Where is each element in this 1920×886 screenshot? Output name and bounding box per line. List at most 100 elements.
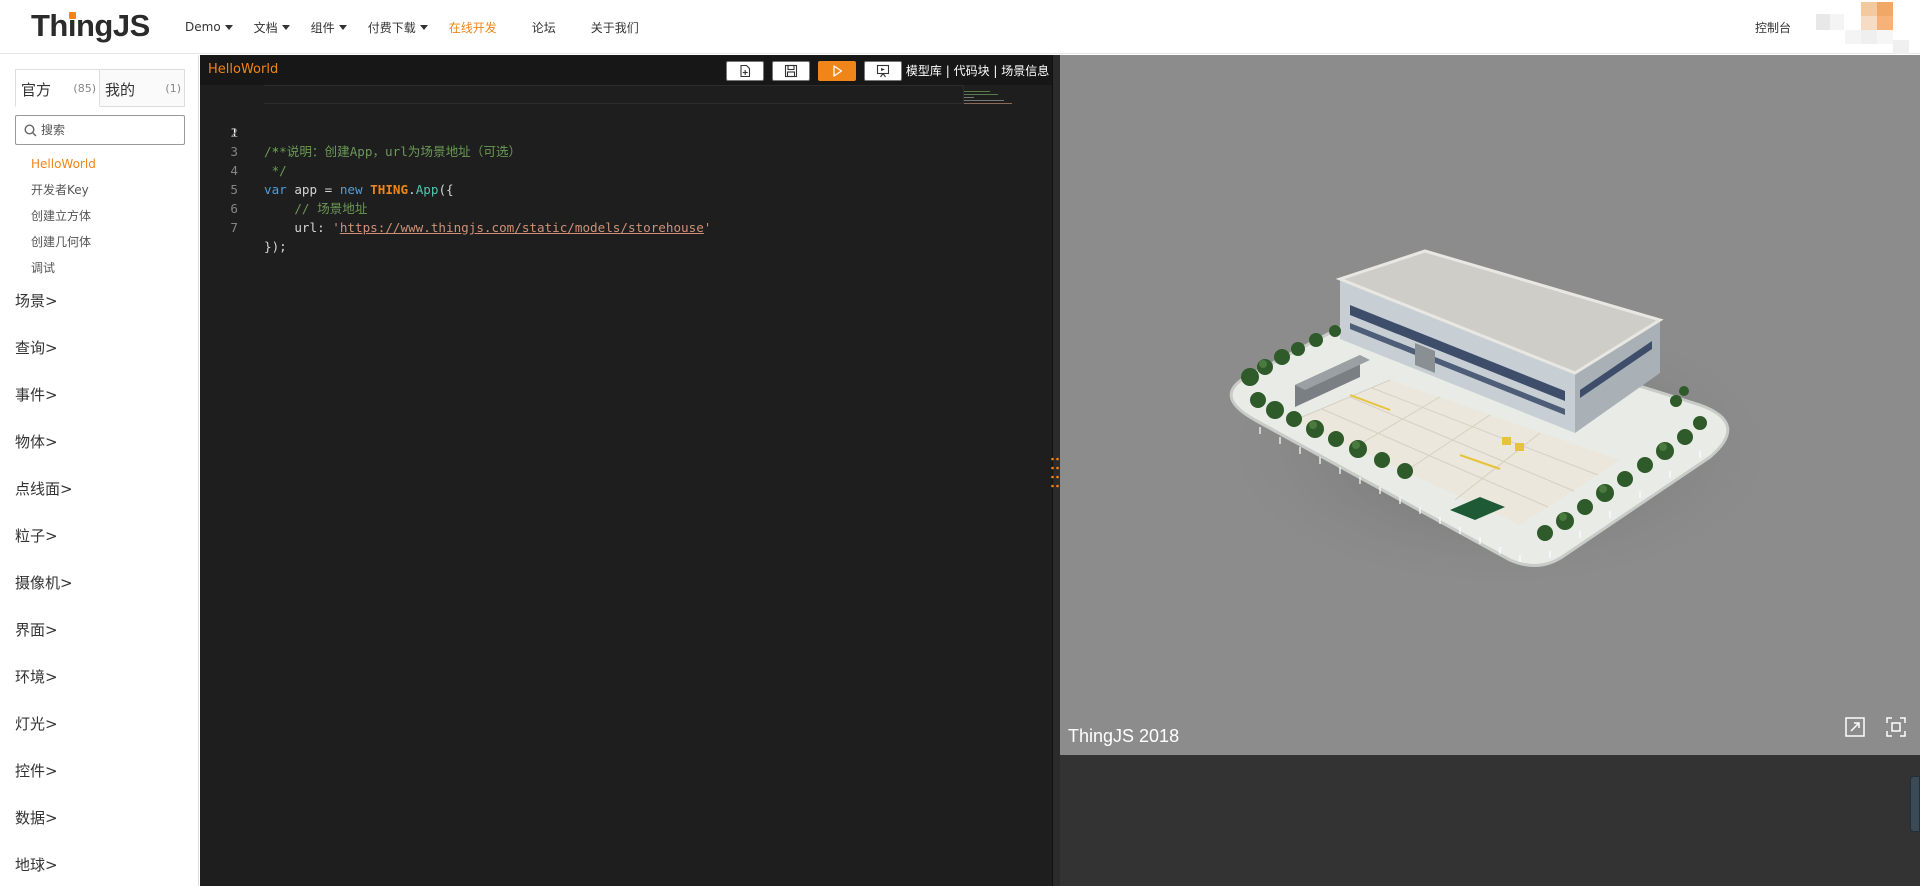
code-token: url:	[264, 220, 333, 235]
console-output-panel	[1060, 755, 1920, 886]
main-nav: Demo 文档 组件 付费下载 在线开发 论坛 关于我们	[185, 0, 660, 54]
category-light[interactable]: 灯光>	[15, 701, 73, 748]
chevron-right-icon: >	[45, 339, 58, 357]
category-data[interactable]: 数据>	[15, 795, 73, 842]
category-earth[interactable]: 地球>	[15, 842, 73, 886]
nav-components-label: 组件	[310, 20, 335, 35]
category-camera[interactable]: 摄像机>	[15, 560, 73, 607]
scene-viewport[interactable]: ThingJS 2018	[1060, 55, 1920, 755]
forklift	[1502, 437, 1511, 445]
user-avatar[interactable]	[1800, 0, 1920, 54]
fit-view-button[interactable]	[1884, 715, 1908, 739]
category-label: 场景	[15, 292, 46, 310]
chevron-right-icon: >	[45, 809, 58, 827]
nav-demo-label: Demo	[185, 20, 221, 34]
console-link[interactable]: 控制台	[1755, 19, 1791, 36]
code-text: */	[264, 163, 287, 178]
category-scene[interactable]: 场景>	[15, 278, 73, 325]
category-label: 查询	[15, 339, 46, 357]
nav-docs-label: 文档	[253, 20, 278, 35]
code-token: app =	[286, 182, 340, 197]
chevron-right-icon: >	[45, 668, 58, 686]
code-area[interactable]: 1 /** 2 * 说明：创建App，url为场景地址（可选） 3 */ 4 v…	[200, 85, 1052, 886]
nav-online-dev-label: 在线开发	[448, 20, 497, 35]
tab-mine[interactable]: 我的 (1)	[100, 69, 185, 107]
tab-official[interactable]: 官方 (85)	[15, 69, 100, 107]
examples-sidebar: 官方 (85) 我的 (1) HelloWorld 开发者Key 创建立方体 创…	[0, 55, 199, 886]
new-file-button[interactable]	[726, 61, 764, 81]
save-button[interactable]	[772, 61, 810, 81]
category-event[interactable]: 事件>	[15, 372, 73, 419]
line-number: 7	[230, 220, 238, 235]
category-label: 数据	[15, 809, 46, 827]
chevron-down-icon	[281, 24, 290, 30]
category-label: 摄像机	[15, 574, 61, 592]
nav-paid-download[interactable]: 付费下载	[368, 19, 428, 36]
category-point-line-face[interactable]: 点线面>	[15, 466, 73, 513]
category-interface[interactable]: 界面>	[15, 607, 73, 654]
category-environment[interactable]: 环境>	[15, 654, 73, 701]
code-token: THING	[370, 182, 409, 197]
category-label: 地球	[15, 856, 46, 874]
nav-demo[interactable]: Demo	[185, 20, 233, 34]
forklift	[1515, 443, 1524, 451]
category-particle[interactable]: 粒子>	[15, 513, 73, 560]
side-panel-toggle[interactable]	[1910, 776, 1920, 832]
nav-paid-download-label: 付费下载	[367, 20, 416, 35]
code-token: '	[332, 220, 340, 235]
chevron-right-icon: >	[60, 574, 73, 592]
link-code-snippets[interactable]: 代码块	[954, 64, 990, 78]
code-line-6: 6 url: 'https://www.thingjs.com/static/m…	[200, 180, 711, 235]
fit-view-icon	[1886, 717, 1906, 737]
category-object[interactable]: 物体>	[15, 419, 73, 466]
code-line-3: 3 */	[200, 123, 286, 178]
link-scene-info[interactable]: 场景信息	[1001, 64, 1049, 78]
run-icon	[833, 65, 843, 77]
list-item-create-cube[interactable]: 创建立方体	[31, 203, 96, 229]
thingjs-logo[interactable]: ThıngJS	[31, 8, 150, 44]
resize-handle[interactable]	[1050, 456, 1060, 490]
run-button[interactable]	[818, 61, 856, 81]
code-token: '	[703, 220, 712, 235]
list-item-create-geometry[interactable]: 创建几何体	[31, 229, 96, 255]
nav-components[interactable]: 组件	[311, 19, 347, 36]
code-token: ({	[438, 182, 454, 197]
category-label: 粒子	[15, 527, 46, 545]
nav-about[interactable]: 关于我们	[591, 19, 639, 36]
link-model-library[interactable]: 模型库	[906, 64, 942, 78]
code-token: App	[415, 182, 439, 197]
code-text: url: 'https://www.thingjs.com/static/mod…	[264, 218, 711, 237]
editor-toolbar: HelloWorld || 模型库 | 代码块 | 场景信息	[200, 55, 1057, 85]
logo-text-part2: ngJS	[76, 8, 150, 43]
chevron-down-icon	[224, 24, 233, 30]
code-url-link[interactable]: https://www.thingjs.com/static/models/st…	[340, 220, 704, 235]
editor-links: || 模型库 | 代码块 | 场景信息 |	[894, 64, 1057, 78]
category-control[interactable]: 控件>	[15, 748, 73, 795]
tab-mine-label: 我的	[105, 81, 136, 99]
nav-online-dev[interactable]: 在线开发	[449, 19, 497, 36]
code-text: // 场景地址	[264, 201, 368, 216]
list-item-helloworld[interactable]: HelloWorld	[31, 151, 96, 177]
code-line-4: 4 var app = new THING.App({	[200, 142, 453, 197]
category-label: 界面	[15, 621, 46, 639]
tab-mine-count: (1)	[165, 82, 181, 95]
category-label: 事件	[15, 386, 46, 404]
code-minimap[interactable]	[960, 88, 1050, 108]
warehouse-scene[interactable]	[1060, 55, 1920, 755]
category-label: 灯光	[15, 715, 46, 733]
sidebar-tabs: 官方 (85) 我的 (1)	[15, 69, 185, 107]
chevron-down-icon	[419, 24, 428, 30]
example-list: HelloWorld 开发者Key 创建立方体 创建几何体 调试	[31, 151, 96, 281]
search-input[interactable]	[41, 120, 181, 140]
fullscreen-button[interactable]	[1843, 715, 1867, 739]
category-label: 环境	[15, 668, 46, 686]
viewport-watermark: ThingJS 2018	[1068, 726, 1180, 746]
nav-docs[interactable]: 文档	[254, 19, 290, 36]
list-item-developer-key[interactable]: 开发者Key	[31, 177, 96, 203]
nav-forum[interactable]: 论坛	[532, 19, 556, 36]
code-editor-panel: HelloWorld || 模型库 | 代码块 | 场景信息 1 /** 2 *…	[200, 55, 1060, 886]
code-token: .	[408, 182, 416, 197]
drag-dots-icon	[1051, 457, 1059, 488]
chevron-right-icon: >	[45, 527, 58, 545]
category-query[interactable]: 查询>	[15, 325, 73, 372]
